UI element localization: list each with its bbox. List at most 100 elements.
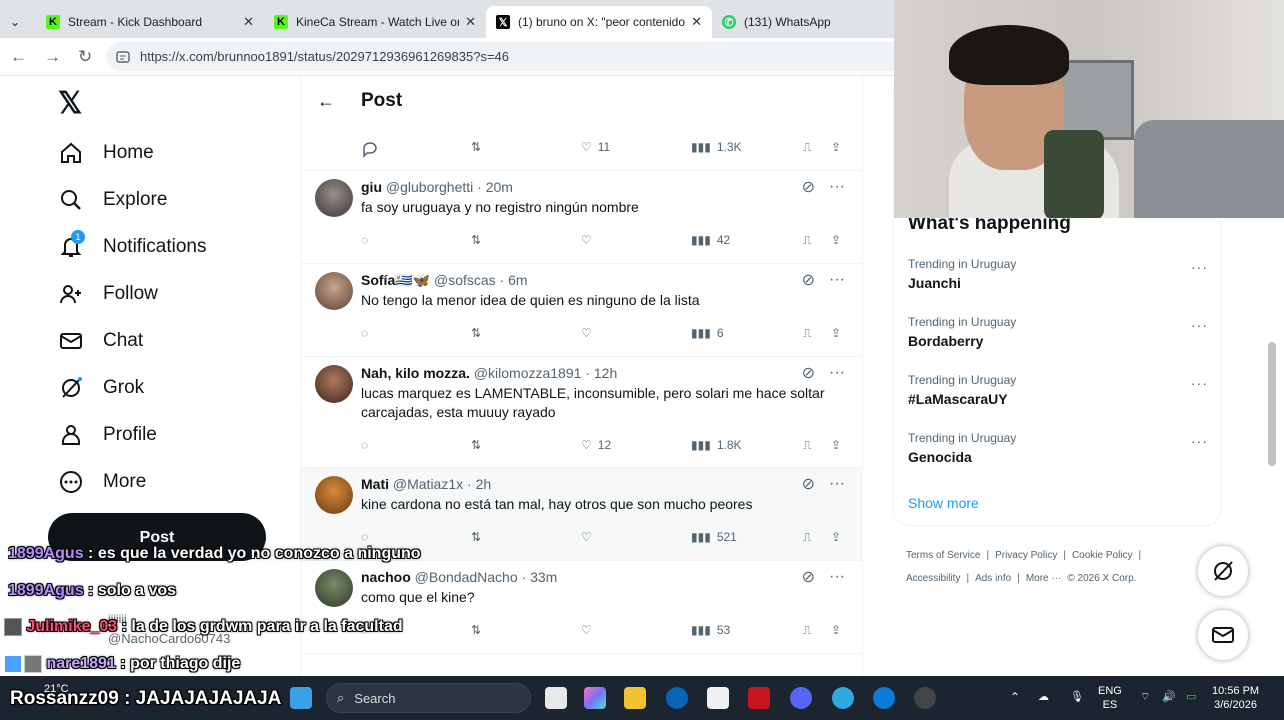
avatar[interactable] xyxy=(315,569,353,607)
grok-icon[interactable]: ⊘ xyxy=(802,363,815,383)
avatar[interactable] xyxy=(315,476,353,514)
task-view-icon[interactable] xyxy=(545,687,567,709)
repost-icon[interactable]: ⇅ xyxy=(471,233,481,247)
author-name[interactable]: giu xyxy=(361,179,382,195)
share-icon[interactable]: ⇪ xyxy=(831,623,841,637)
grok-icon[interactable]: ⊘ xyxy=(802,177,815,197)
share-icon[interactable]: ⇪ xyxy=(831,438,841,452)
bookmark-icon[interactable]: ⎍ xyxy=(803,530,811,545)
back-arrow-icon[interactable]: ← xyxy=(317,91,335,112)
tab-kick-dashboard[interactable]: K Stream - Kick Dashboard ✕ xyxy=(36,6,264,38)
back-arrow-icon[interactable]: ← xyxy=(10,47,27,67)
wifi-icon[interactable]: ⌔ xyxy=(1140,690,1150,704)
more-dots-icon[interactable]: ··· xyxy=(829,568,845,586)
battery-icon[interactable]: ▭ xyxy=(1186,690,1196,704)
show-more-link[interactable]: Show more xyxy=(908,495,979,511)
ads-info-link[interactable]: Ads info xyxy=(975,573,1011,584)
timestamp[interactable]: 2h xyxy=(476,476,492,492)
avatar[interactable] xyxy=(315,272,353,310)
nav-follow[interactable]: Follow xyxy=(58,281,158,307)
grok-icon[interactable]: ⊘ xyxy=(802,474,815,494)
repost-icon[interactable]: ⇅ xyxy=(471,326,481,340)
reply-icon[interactable]: ◌ xyxy=(361,326,368,340)
more-dots-icon[interactable]: ··· xyxy=(829,271,845,289)
repost-icon[interactable]: ⇅ xyxy=(471,140,481,154)
author-handle[interactable]: @kilomozza1891 xyxy=(474,365,582,381)
timestamp[interactable]: 20m xyxy=(486,179,513,195)
like-icon[interactable]: ♡ xyxy=(581,233,592,247)
timestamp[interactable]: 33m xyxy=(530,569,557,585)
nav-more[interactable]: More xyxy=(58,469,146,495)
more-dots-icon[interactable]: ··· xyxy=(829,475,845,493)
more-link[interactable]: More ··· xyxy=(1026,573,1062,584)
grok-icon[interactable]: ⊘ xyxy=(802,567,815,587)
grok-icon[interactable]: ⊘ xyxy=(802,270,815,290)
bookmark-icon[interactable]: ⎍ xyxy=(803,623,811,638)
terms-link[interactable]: Terms of Service xyxy=(906,550,980,561)
like-icon[interactable]: ♡ xyxy=(581,530,592,544)
tab-x-post[interactable]: 𝕏 (1) bruno on X: "peor contenido ti ✕ xyxy=(486,6,712,38)
repost-icon[interactable]: ⇅ xyxy=(471,623,481,637)
repost-icon[interactable]: ⇅ xyxy=(471,438,481,452)
accessibility-link[interactable]: Accessibility xyxy=(906,573,960,584)
forward-arrow-icon[interactable]: → xyxy=(44,47,61,67)
more-dots-icon[interactable]: ··· xyxy=(1191,375,1208,391)
reply-tweet[interactable]: Sofía🇺🇾🦋 @sofscas · 6m No tengo la menor… xyxy=(301,264,862,357)
trend-item[interactable]: Trending in Uruguay Genocida ··· xyxy=(908,431,1208,465)
widgets-icon[interactable] xyxy=(290,687,312,709)
views-icon[interactable]: ▮▮▮ 1.8K xyxy=(691,438,742,452)
mcafee-icon[interactable] xyxy=(748,687,770,709)
microphone-icon[interactable]: 🎙 xyxy=(1070,690,1084,704)
bookmark-icon[interactable]: ⎍ xyxy=(803,233,811,248)
grok-fab-button[interactable] xyxy=(1198,546,1248,596)
views-icon[interactable]: ▮▮▮ 6 xyxy=(691,326,724,340)
trend-item[interactable]: Trending in Uruguay Juanchi ··· xyxy=(908,257,1208,291)
views-icon[interactable]: ▮▮▮ 42 xyxy=(691,233,730,247)
bookmark-icon[interactable]: ⎍ xyxy=(803,326,811,341)
privacy-link[interactable]: Privacy Policy xyxy=(995,550,1057,561)
chevron-up-icon[interactable]: ⌃ xyxy=(1010,690,1020,704)
copilot-icon[interactable] xyxy=(584,687,606,709)
nav-chat[interactable]: Chat xyxy=(58,328,143,354)
reply-icon[interactable] xyxy=(361,140,379,158)
url-field[interactable]: https://x.com/brunnoo1891/status/2029712… xyxy=(106,42,906,71)
timestamp[interactable]: 6m xyxy=(508,272,527,288)
bookmark-icon[interactable]: ⎍ xyxy=(803,438,811,453)
nav-notifications[interactable]: 1 Notifications xyxy=(58,230,207,260)
like-icon[interactable]: ♡ xyxy=(581,326,592,340)
language-indicator[interactable]: ENG ES xyxy=(1098,684,1122,712)
store-icon[interactable] xyxy=(707,687,729,709)
share-icon[interactable]: ⇪ xyxy=(831,233,841,247)
reload-icon[interactable]: ↻ xyxy=(78,47,92,67)
cloud-icon[interactable]: ☁ xyxy=(1038,690,1049,704)
share-icon[interactable]: ⇪ xyxy=(831,140,841,154)
file-explorer-icon[interactable] xyxy=(624,687,646,709)
reply-icon[interactable]: ◌ xyxy=(361,530,368,544)
author-name[interactable]: Mati xyxy=(361,476,389,492)
trend-item[interactable]: Trending in Uruguay #LaMascaraUY ··· xyxy=(908,373,1208,407)
page-scrollbar[interactable] xyxy=(1268,342,1276,466)
hp-icon[interactable] xyxy=(666,687,688,709)
reply-tweet[interactable]: giu @gluborghetti · 20m fa soy uruguaya … xyxy=(301,171,862,264)
views-icon[interactable]: ▮▮▮ 53 xyxy=(691,623,730,637)
site-info-icon[interactable] xyxy=(116,50,130,64)
avatar[interactable] xyxy=(315,365,353,403)
nav-explore[interactable]: Explore xyxy=(58,187,167,213)
tab-list-button[interactable]: ⌄ xyxy=(0,6,36,38)
reply-icon[interactable]: ◌ xyxy=(361,233,368,247)
share-icon[interactable]: ⇪ xyxy=(831,530,841,544)
timestamp[interactable]: 12h xyxy=(594,365,617,381)
more-dots-icon[interactable]: ··· xyxy=(829,364,845,382)
author-handle[interactable]: @sofscas xyxy=(434,272,496,288)
more-dots-icon[interactable]: ··· xyxy=(829,178,845,196)
reply-tweet[interactable]: Nah, kilo mozza. @kilomozza1891 · 12h lu… xyxy=(301,357,862,468)
views-icon[interactable]: ▮▮▮ 1.3K xyxy=(691,140,742,154)
repost-icon[interactable]: ⇅ xyxy=(471,530,481,544)
clock[interactable]: 10:56 PM 3/6/2026 xyxy=(1212,684,1259,712)
close-icon[interactable]: ✕ xyxy=(691,14,702,30)
author-name[interactable]: Sofía🇺🇾🦋 xyxy=(361,272,430,288)
x-logo-icon[interactable]: 𝕏 xyxy=(58,86,82,121)
close-icon[interactable]: ✕ xyxy=(465,14,476,30)
trend-item[interactable]: Trending in Uruguay Bordaberry ··· xyxy=(908,315,1208,349)
bookmark-icon[interactable]: ⎍ xyxy=(803,140,811,155)
